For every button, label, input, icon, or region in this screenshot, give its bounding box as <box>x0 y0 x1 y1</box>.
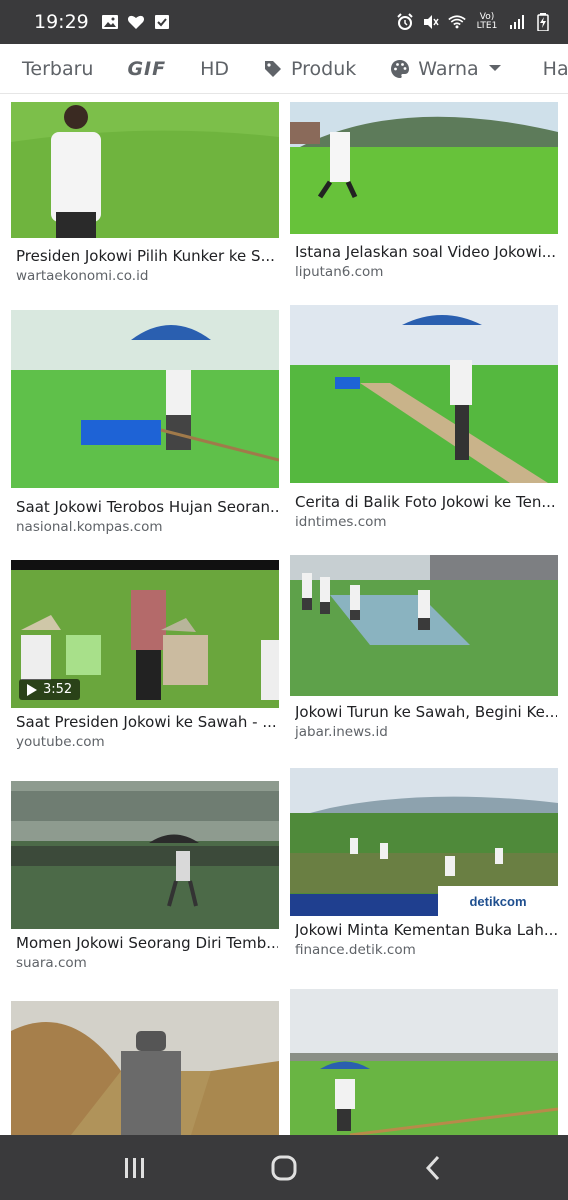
result-card[interactable]: Momen Jokowi Seorang Diri Temb... suara.… <box>11 781 279 981</box>
result-source: wartaekonomi.co.id <box>16 268 149 284</box>
status-bar: 19:29 Vo) LTE1 <box>0 0 568 44</box>
result-thumbnail[interactable]: detikcom <box>290 768 558 916</box>
chip-warna[interactable]: Warna <box>390 58 508 80</box>
result-source: nasional.kompas.com <box>16 519 163 535</box>
result-thumbnail[interactable] <box>290 305 558 483</box>
result-title[interactable]: Presiden Jokowi Pilih Kunker ke S... <box>16 247 278 265</box>
result-thumbnail[interactable] <box>290 102 558 234</box>
mute-icon <box>422 13 440 31</box>
home-icon <box>271 1155 297 1180</box>
heart-icon <box>127 13 145 31</box>
recent-apps-icon <box>124 1157 144 1178</box>
chip-hak-pengguna[interactable]: Hak Peng <box>543 58 568 80</box>
result-card[interactable]: Cerita di Balik Foto Jokowi ke Ten... id… <box>290 305 558 535</box>
network-label: Vo) LTE1 <box>476 12 498 31</box>
play-icon <box>27 683 37 696</box>
status-left-icons <box>101 13 171 31</box>
back-button[interactable] <box>403 1138 463 1198</box>
chip-label: Hak Peng <box>542 58 568 80</box>
chip-produk[interactable]: Produk <box>263 58 356 80</box>
chip-label: Terbaru <box>22 58 94 80</box>
result-thumbnail[interactable] <box>290 555 558 696</box>
result-title[interactable]: Saat Presiden Jokowi ke Sawah - ... <box>16 713 278 731</box>
result-source: youtube.com <box>16 734 105 750</box>
recent-apps-button[interactable] <box>105 1138 165 1198</box>
chip-gif[interactable]: GIF <box>127 58 166 80</box>
duration-label: 3:52 <box>43 682 73 697</box>
signal-icon <box>508 13 526 31</box>
system-navigation-bar <box>0 1135 568 1200</box>
result-thumbnail[interactable] <box>11 102 279 238</box>
result-card[interactable]: detikcom Jokowi Minta Kementan Buka Lah.… <box>290 768 558 968</box>
result-title[interactable]: Cerita di Balik Foto Jokowi ke Ten... <box>295 493 557 511</box>
result-title[interactable]: Istana Jelaskan soal Video Jokowi... <box>295 243 557 261</box>
alarm-icon <box>396 13 414 31</box>
result-thumbnail[interactable] <box>11 310 279 488</box>
result-thumbnail[interactable] <box>11 1001 279 1135</box>
image-results-grid: Presiden Jokowi Pilih Kunker ke S... war… <box>0 95 568 1135</box>
result-thumbnail[interactable] <box>11 781 279 929</box>
result-source: idntimes.com <box>295 514 387 530</box>
watermark-detikcom: detikcom <box>438 886 558 916</box>
result-card[interactable] <box>11 1001 279 1135</box>
tag-icon <box>265 61 282 77</box>
back-icon <box>426 1155 440 1180</box>
check-box-icon <box>153 13 171 31</box>
battery-icon <box>534 13 552 31</box>
result-title[interactable]: Jokowi Minta Kementan Buka Lah... <box>295 921 557 939</box>
filter-chip-bar: Terbaru GIF HD Produk Warna Hak Peng <box>0 44 568 94</box>
result-title[interactable]: Momen Jokowi Seorang Diri Temb... <box>16 934 278 952</box>
result-source: liputan6.com <box>295 264 384 280</box>
result-source: finance.detik.com <box>295 942 416 958</box>
chip-label: Produk <box>291 58 357 80</box>
result-card[interactable]: Presiden Jokowi Pilih Kunker ke S... war… <box>11 102 279 292</box>
result-title[interactable]: Saat Jokowi Terobos Hujan Seoran... <box>16 498 278 516</box>
result-source: jabar.inews.id <box>295 724 388 740</box>
chip-label: Warna <box>418 58 479 80</box>
chip-label: GIF <box>127 58 167 80</box>
result-card[interactable] <box>290 989 558 1135</box>
home-button[interactable] <box>254 1138 314 1198</box>
status-right-icons: Vo) LTE1 <box>396 13 552 31</box>
result-card[interactable]: Istana Jelaskan soal Video Jokowi... lip… <box>290 102 558 287</box>
result-thumbnail[interactable] <box>290 989 558 1135</box>
gallery-icon <box>101 13 119 31</box>
status-time: 19:29 <box>34 11 89 33</box>
result-thumbnail[interactable]: 3:52 <box>11 560 279 708</box>
result-card[interactable]: Saat Jokowi Terobos Hujan Seoran... nasi… <box>11 310 279 540</box>
result-card[interactable]: Jokowi Turun ke Sawah, Begini Ke... jaba… <box>290 555 558 755</box>
result-title[interactable]: Jokowi Turun ke Sawah, Begini Ke... <box>295 703 557 721</box>
chip-label: HD <box>200 58 230 80</box>
video-duration: 3:52 <box>19 679 81 700</box>
chip-hd[interactable]: HD <box>200 58 229 80</box>
result-source: suara.com <box>16 955 87 971</box>
wifi-icon <box>448 13 466 31</box>
chip-terbaru[interactable]: Terbaru <box>22 58 93 80</box>
palette-icon <box>391 60 410 78</box>
result-card[interactable]: 3:52 Saat Presiden Jokowi ke Sawah - ...… <box>11 560 279 760</box>
chevron-down-icon <box>488 65 501 71</box>
